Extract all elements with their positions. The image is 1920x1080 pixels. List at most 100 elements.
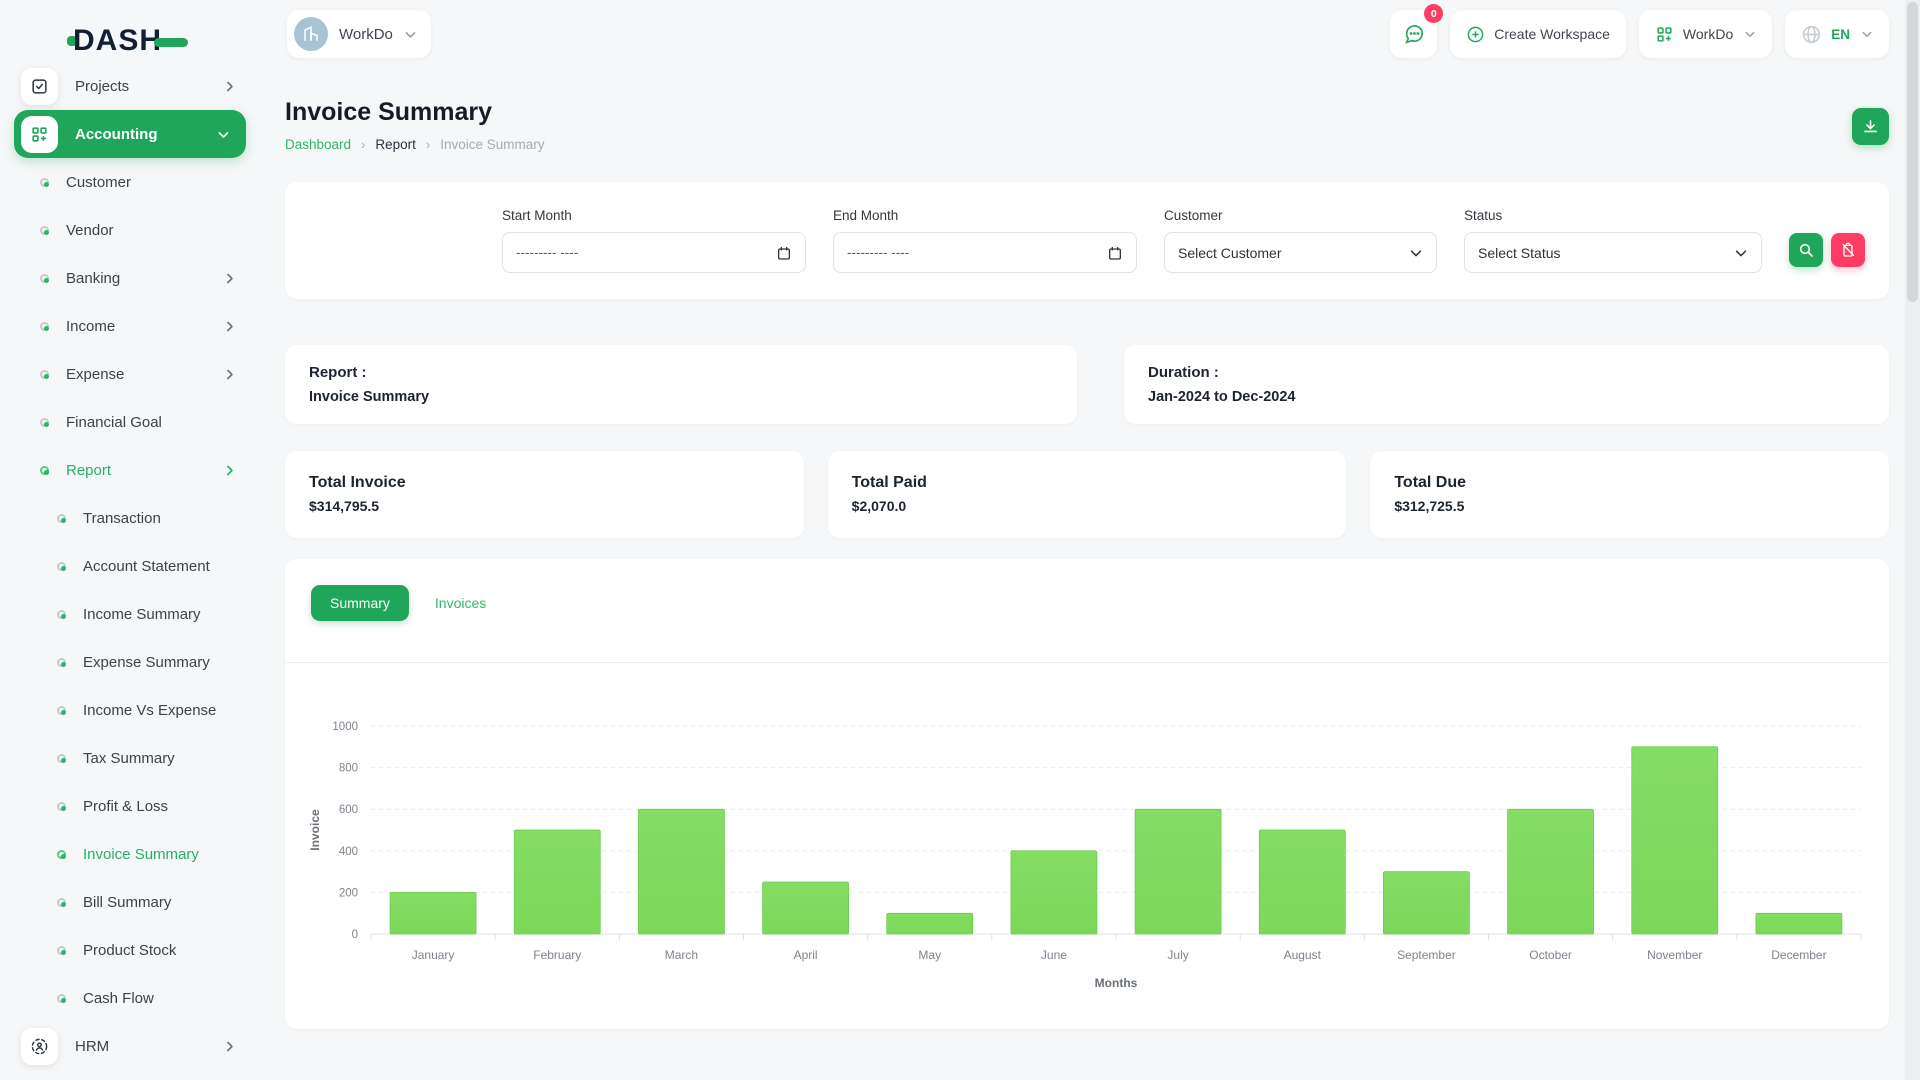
duration-card: Duration : Jan-2024 to Dec-2024: [1124, 345, 1889, 424]
start-month-label: Start Month: [502, 208, 806, 223]
total-due-value: $312,725.5: [1394, 498, 1865, 514]
tab-summary[interactable]: Summary: [311, 585, 409, 621]
bullet-icon: [57, 994, 66, 1003]
bullet-icon: [57, 802, 66, 811]
sidebar-item-label: Profit & Loss: [83, 798, 236, 815]
report-card: Report : Invoice Summary: [285, 345, 1077, 424]
customer-select[interactable]: Select Customer: [1164, 232, 1437, 273]
x-tick-label: August: [1284, 948, 1322, 962]
bar-july: [1135, 809, 1221, 934]
sidebar-item-expense[interactable]: Expense: [0, 350, 260, 398]
bar-december: [1756, 913, 1842, 934]
sidebar-iconbox: [21, 1028, 58, 1065]
breadcrumb: Dashboard › Report › Invoice Summary: [285, 137, 1889, 152]
x-tick-label: November: [1647, 948, 1702, 962]
sidebar-item-label: Income: [66, 318, 223, 335]
breadcrumb-current: Invoice Summary: [440, 137, 544, 152]
report-value: Invoice Summary: [309, 389, 1053, 405]
sidebar-item-profit-loss[interactable]: Profit & Loss: [0, 782, 260, 830]
status-select-value: Select Status: [1478, 245, 1561, 261]
reset-filter-button[interactable]: [1831, 233, 1865, 267]
end-month-value: --------- ----: [847, 245, 909, 260]
sidebar-item-customer[interactable]: Customer: [0, 158, 260, 206]
chevron-right-icon: [223, 320, 236, 333]
messages-button[interactable]: 0: [1390, 10, 1437, 58]
app-root: DASH WorkDo 0 Create Workspace WorkDo: [0, 0, 1920, 1080]
y-tick-label: 600: [339, 804, 358, 816]
breadcrumb-report[interactable]: Report: [375, 137, 416, 152]
bullet-icon: [40, 178, 49, 187]
start-month-field: Start Month --------- ----: [502, 208, 806, 273]
header-actions: 0 Create Workspace WorkDo EN: [1390, 10, 1889, 58]
sidebar-item-label: Account Statement: [83, 558, 236, 575]
download-button[interactable]: [1852, 108, 1889, 145]
end-month-label: End Month: [833, 208, 1137, 223]
report-info-row: Report : Invoice Summary Duration : Jan-…: [285, 345, 1889, 424]
sidebar-item-invoice-summary[interactable]: Invoice Summary: [0, 830, 260, 878]
sidebar-item-income[interactable]: Income: [0, 302, 260, 350]
sidebar-item-account-statement[interactable]: Account Statement: [0, 542, 260, 590]
top-header: DASH WorkDo 0 Create Workspace WorkDo: [0, 0, 1920, 76]
sidebar-item-bill-summary[interactable]: Bill Summary: [0, 878, 260, 926]
bullet-icon: [57, 562, 66, 571]
chart-panel: Summary Invoices 02004006008001000Januar…: [285, 559, 1889, 1029]
checkbox-icon: [30, 77, 49, 96]
sidebar-item-label: Tax Summary: [83, 750, 236, 767]
sidebar-item-financial-goal[interactable]: Financial Goal: [0, 398, 260, 446]
filter-buttons: [1789, 208, 1865, 273]
calendar-icon: [1107, 245, 1123, 261]
bullet-icon: [40, 418, 49, 427]
grid-plus-icon: [30, 125, 49, 144]
bar-august: [1259, 830, 1345, 934]
end-month-input[interactable]: --------- ----: [833, 232, 1137, 273]
sidebar-item-income-summary[interactable]: Income Summary: [0, 590, 260, 638]
app-logo[interactable]: DASH: [67, 24, 188, 58]
bullet-icon: [57, 610, 66, 619]
start-month-input[interactable]: --------- ----: [502, 232, 806, 273]
sidebar-item-tax-summary[interactable]: Tax Summary: [0, 734, 260, 782]
sidebar-item-label: Invoice Summary: [83, 846, 236, 863]
report-label: Report :: [309, 364, 1053, 381]
search-icon: [1798, 242, 1814, 258]
sidebar-item-label: Income Summary: [83, 606, 236, 623]
language-selector[interactable]: EN: [1785, 10, 1889, 58]
x-axis-title: Months: [1095, 976, 1138, 990]
chevron-down-icon: [1409, 246, 1423, 260]
sidebar-item-report[interactable]: Report: [0, 446, 260, 494]
page-title: Invoice Summary: [285, 98, 1889, 127]
search-button[interactable]: [1789, 233, 1823, 267]
tab-invoices[interactable]: Invoices: [435, 595, 486, 611]
sidebar-item-hrm[interactable]: HRM: [0, 1022, 260, 1070]
breadcrumb-separator: ›: [361, 137, 365, 152]
sidebar-item-accounting[interactable]: Accounting: [14, 110, 246, 158]
sidebar-item-label: Transaction: [83, 510, 236, 527]
chevron-down-icon: [1861, 28, 1873, 40]
breadcrumb-dashboard[interactable]: Dashboard: [285, 137, 351, 152]
create-workspace-button[interactable]: Create Workspace: [1450, 10, 1626, 58]
bullet-icon: [40, 226, 49, 235]
hrm-icon: [30, 1037, 49, 1056]
globe-icon: [1801, 24, 1822, 45]
bar-february: [514, 830, 600, 934]
chevron-right-icon: [223, 80, 236, 93]
sidebar-item-transaction[interactable]: Transaction: [0, 494, 260, 542]
sidebar-item-banking[interactable]: Banking: [0, 254, 260, 302]
sidebar-item-income-vs-expense[interactable]: Income Vs Expense: [0, 686, 260, 734]
sidebar-item-expense-summary[interactable]: Expense Summary: [0, 638, 260, 686]
workspace-switcher-button[interactable]: WorkDo: [1639, 10, 1772, 58]
x-tick-label: March: [665, 948, 698, 962]
sidebar-item-label: Projects: [75, 78, 223, 95]
chevron-right-icon: [223, 368, 236, 381]
status-select[interactable]: Select Status: [1464, 232, 1762, 273]
page-scrollbar[interactable]: [1905, 0, 1920, 1080]
sidebar-item-cash-flow[interactable]: Cash Flow: [0, 974, 260, 1022]
sidebar-item-product-stock[interactable]: Product Stock: [0, 926, 260, 974]
workspace-selector[interactable]: WorkDo: [287, 10, 431, 58]
bar-october: [1508, 809, 1594, 934]
total-invoice-card: Total Invoice $314,795.5: [285, 451, 804, 538]
sidebar-item-vendor[interactable]: Vendor: [0, 206, 260, 254]
bar-june: [1011, 851, 1097, 934]
scrollbar-thumb[interactable]: [1907, 2, 1918, 302]
bullet-icon: [57, 514, 66, 523]
chevron-right-icon: [223, 464, 236, 477]
